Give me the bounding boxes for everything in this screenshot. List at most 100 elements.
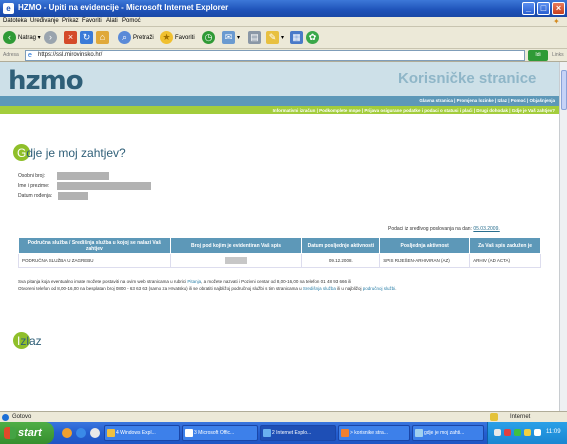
window-title: HZMO - Upiti na evidencije - Microsoft I… <box>18 3 229 12</box>
site-title: Korisničke stranice <box>398 70 537 87</box>
quicklaunch-desktop-icon[interactable] <box>90 428 100 438</box>
lock-icon <box>490 413 498 421</box>
maximize-button[interactable]: □ <box>537 2 550 15</box>
menu-file[interactable]: Datoteka <box>3 18 27 24</box>
page-status-icon <box>2 414 9 421</box>
history-icon: ◷ <box>202 30 215 44</box>
info-paragraph: Sva pitanja koja eventualno imate možete… <box>18 279 397 291</box>
ie-icon: e <box>3 3 14 14</box>
close-button[interactable]: × <box>552 2 565 15</box>
quicklaunch-ie-icon[interactable] <box>76 428 86 438</box>
data-date: 05.03.2009. <box>473 226 500 232</box>
toolbar: ‹ Natrag ▾ › × ↻ ⌂ ⌕ Pretraži ★ Favoriti ◷ … <box>0 27 567 49</box>
favorites-button[interactable]: ★ Favoriti <box>160 30 195 46</box>
mail-icon: ✉ <box>222 30 235 44</box>
messenger-icon: ✿ <box>306 30 319 44</box>
menu-bar: Datoteka Uređivanje Prikaz Favoriti Alat… <box>0 17 567 27</box>
links-button[interactable]: Links <box>552 52 564 58</box>
refresh-button[interactable]: ↻ <box>80 30 95 46</box>
search-button[interactable]: ⌕ Pretraži <box>118 30 154 46</box>
site-logo[interactable]: hzmo <box>8 66 84 96</box>
secondary-nav-links[interactable]: Informativni izračun | Podkomplete mnpe … <box>273 108 555 113</box>
central-office-link[interactable]: Središnja služba <box>303 286 336 291</box>
questions-link[interactable]: Pitanja <box>187 279 201 284</box>
print-button[interactable]: ▤ <box>248 30 263 46</box>
address-label: Adresa <box>3 52 19 58</box>
home-button[interactable]: ⌂ <box>96 30 111 46</box>
address-input[interactable]: e https://ssl.mirovinsko.hr/ <box>25 50 525 61</box>
task-windows-explorer[interactable]: 4 Windows Expl... <box>104 425 180 441</box>
go-button[interactable]: Idi <box>528 50 548 61</box>
back-arrow-icon: ‹ <box>3 30 16 44</box>
taskbar: start 4 Windows Expl... 3 Microsoft Offi… <box>0 422 567 444</box>
folder-icon <box>107 429 115 437</box>
task-microsoft-office[interactable]: 3 Microsoft Offic... <box>182 425 258 441</box>
messenger-button[interactable]: ✿ <box>306 30 321 46</box>
office-icon <box>185 429 193 437</box>
menu-view[interactable]: Prikaz <box>62 18 79 24</box>
address-url: https://ssl.mirovinsko.hr/ <box>38 52 103 58</box>
windows-flag-icon: ✦ <box>553 17 560 26</box>
zone-text: Internet <box>510 414 531 420</box>
col-last-activity: Posljednja aktivnost <box>379 237 471 254</box>
menu-favorites[interactable]: Favoriti <box>82 18 102 24</box>
quicklaunch-icon[interactable] <box>62 428 72 438</box>
task-korisnike-stranice[interactable]: > korisnike stra... <box>338 425 410 441</box>
firefox-icon <box>341 429 349 437</box>
tray-antivirus-icon[interactable] <box>504 429 511 436</box>
name-value-redacted <box>57 182 151 190</box>
vertical-scrollbar[interactable] <box>559 62 567 411</box>
stop-icon: × <box>64 30 77 44</box>
image-icon <box>415 429 423 437</box>
status-bar: Gotovo Internet <box>0 411 567 422</box>
print-icon: ▤ <box>248 30 261 44</box>
col-office: Područna služba / Središnja služba u koj… <box>18 237 171 254</box>
table-row: PODRUČNA SLUŽBA U ZAGREBU 09.12.2008. SP… <box>18 253 541 268</box>
address-bar: Adresa e https://ssl.mirovinsko.hr/ Idi … <box>0 49 567 62</box>
discuss-button[interactable]: ▦ <box>290 30 305 46</box>
edit-icon: ✎ <box>266 30 279 44</box>
start-button[interactable]: start <box>0 422 54 444</box>
ie-task-icon <box>263 429 271 437</box>
top-nav-links[interactable]: Glavna stranica | Promjena lozinke | Izl… <box>419 98 555 103</box>
browser-viewport: hzmo HRVATSKI ZAVOD ZA MIROVINSKO OSIGUR… <box>0 62 559 411</box>
window-titlebar[interactable]: e HZMO - Upiti na evidencije - Microsoft… <box>0 0 567 17</box>
refresh-icon: ↻ <box>80 30 93 44</box>
tray-volume-icon[interactable] <box>524 429 531 436</box>
home-icon: ⌂ <box>96 30 109 44</box>
col-assigned: Za Vaš spis zadužen je <box>469 237 541 254</box>
tray-misc-icon[interactable] <box>534 429 541 436</box>
regional-office-link[interactable]: područnoj službi <box>363 286 396 291</box>
menu-tools[interactable]: Alati <box>106 18 118 24</box>
back-button[interactable]: ‹ Natrag ▾ <box>3 30 41 46</box>
col-last-date: Datum posljednje aktivnosti <box>301 237 381 254</box>
page-title: Gdje je moj zahtjev? <box>13 144 126 161</box>
data-date-note: Podaci iz sređivog poslovanja na dan: 05… <box>388 226 500 232</box>
discuss-icon: ▦ <box>290 30 303 44</box>
page-icon: e <box>28 52 32 59</box>
forward-button[interactable]: › <box>44 30 59 46</box>
windows-logo-icon <box>4 427 16 439</box>
top-navigation: Glavna stranica | Promjena lozinke | Izl… <box>0 96 559 106</box>
tray-network-icon[interactable] <box>514 429 521 436</box>
file-number-redacted <box>225 256 248 264</box>
menu-help[interactable]: Pomoć <box>122 18 141 24</box>
task-internet-explorer[interactable]: 2 Internet Explo... <box>260 425 336 441</box>
tray-lang-icon[interactable] <box>494 429 501 436</box>
scrollbar-thumb[interactable] <box>561 70 567 110</box>
status-text: Gotovo <box>12 414 32 420</box>
request-table: Područna služba / Središnja služba u koj… <box>18 237 541 268</box>
system-tray: 11:09 <box>487 422 567 444</box>
dob-value-redacted <box>58 192 88 200</box>
history-button[interactable]: ◷ <box>202 30 217 46</box>
exit-link[interactable]: Izlaz <box>13 332 42 349</box>
minimize-button[interactable]: _ <box>522 2 535 15</box>
task-gdje-je-moj-zahtjev[interactable]: gdje je moj zahti... <box>412 425 484 441</box>
edit-button[interactable]: ✎ ▾ <box>266 30 284 46</box>
stop-button[interactable]: × <box>64 30 79 46</box>
forward-arrow-icon: › <box>44 30 57 44</box>
oib-value-redacted <box>57 172 109 180</box>
menu-edit[interactable]: Uređivanje <box>30 18 59 24</box>
clock: 11:09 <box>546 429 561 435</box>
mail-button[interactable]: ✉ ▾ <box>222 30 240 46</box>
